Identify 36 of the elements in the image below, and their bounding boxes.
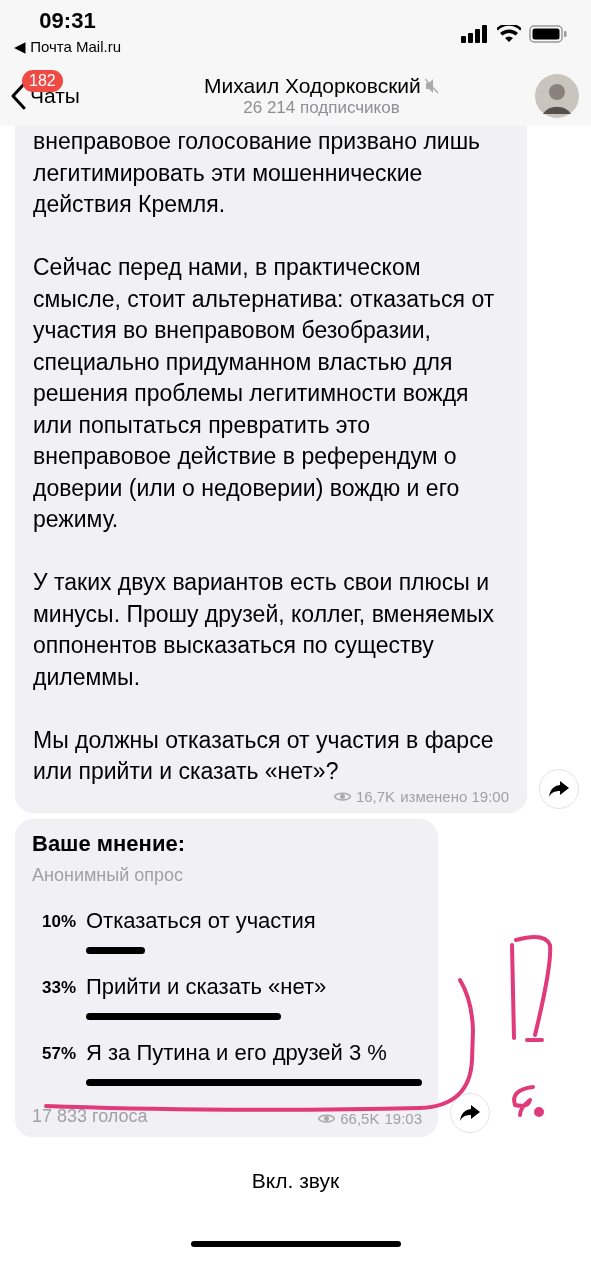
option-percent: 10% bbox=[40, 910, 76, 932]
pen-stroke bbox=[512, 1085, 544, 1117]
vote-count: 17 833 голоса bbox=[32, 1105, 148, 1127]
message-paragraph: Мы должны отказаться от участия в фарсе или прийти и сказать «нет»? bbox=[33, 725, 495, 786]
share-button[interactable] bbox=[539, 768, 579, 809]
message-time: изменено 19:00 bbox=[400, 787, 509, 805]
back-to-app-link[interactable]: ◀ Почта Mail.ru bbox=[14, 38, 121, 56]
status-time: 09:31 bbox=[39, 8, 96, 34]
view-count: 16,7K bbox=[355, 787, 396, 805]
unread-badge: 182 bbox=[22, 70, 63, 92]
message-paragraph: Сейчас перед нами, в практическом смысле, стоит альтернатива: отказаться от участия во внеправовом безобразии, специально придуманном властью для решения проблемы легитимности вождя или попытаться превратить это внеправовое действие в референдум о доверии (или о недоверии) вождю и его режиму. bbox=[33, 253, 496, 534]
option-label: Прийти и сказать «нет» bbox=[86, 973, 328, 1000]
message-paragraph: У таких двух вариантов есть свои плюсы и минусы. Прошу друзей, коллег, вменяемых оппонентов высказаться по существу дилеммы. bbox=[33, 568, 495, 692]
option-label: Я за Путина и его друзей 3 % bbox=[86, 1039, 388, 1066]
channel-title: Михаил Ходорковский bbox=[204, 74, 421, 98]
result-bar bbox=[86, 946, 145, 954]
eye-icon bbox=[318, 1112, 336, 1124]
option-label: Отказаться от участия bbox=[86, 907, 317, 934]
sound-on-button[interactable]: Вкл. звук bbox=[243, 1164, 348, 1197]
eye-icon bbox=[333, 790, 351, 802]
option-percent: 33% bbox=[40, 976, 76, 998]
poll-question: Ваше мнение: bbox=[32, 830, 186, 857]
wifi-icon bbox=[497, 25, 521, 43]
message-time: 19:03 bbox=[384, 1109, 422, 1127]
poll-type: Анонимный опрос bbox=[32, 864, 185, 886]
battery-icon bbox=[529, 25, 567, 43]
avatar[interactable] bbox=[535, 74, 579, 118]
share-button[interactable] bbox=[450, 1092, 490, 1133]
share-arrow-icon bbox=[549, 780, 569, 797]
subscriber-count: 26 214 подписчиков bbox=[243, 98, 400, 118]
message-paragraph: внеправовое голосование призвано лишь легитимировать эти мошеннические действия Кремля. bbox=[33, 127, 482, 219]
signal-icon bbox=[461, 25, 489, 43]
share-arrow-icon bbox=[460, 1104, 480, 1121]
chevron-left-icon bbox=[10, 82, 26, 110]
view-count: 66,5K bbox=[340, 1109, 380, 1127]
option-percent: 57% bbox=[40, 1042, 76, 1064]
